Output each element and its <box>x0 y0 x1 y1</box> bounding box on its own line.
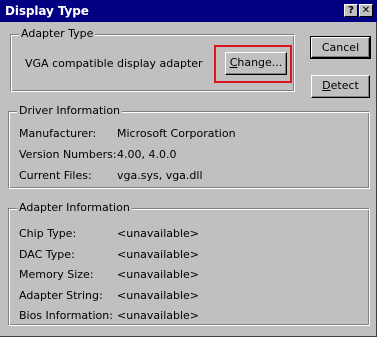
display-type-dialog: Display Type ? ✕ Adapter Type VGA compat… <box>0 0 377 337</box>
window-title: Display Type <box>5 4 89 18</box>
adapter-type-label: Adapter Type <box>19 27 96 41</box>
chip-type-value: <unavailable> <box>117 227 200 240</box>
close-icon[interactable]: ✕ <box>359 4 373 17</box>
bios-information-value: <unavailable> <box>117 309 200 322</box>
adapter-information-group: Adapter Information Chip Type: <unavaila… <box>8 201 370 326</box>
version-numbers-key: Version Numbers: <box>19 148 117 161</box>
help-icon[interactable]: ? <box>344 4 358 17</box>
detect-button-label: etect <box>330 79 359 92</box>
adapter-string-key: Adapter String: <box>19 289 103 302</box>
chip-type-key: Chip Type: <box>19 227 77 240</box>
driver-information-group: Driver Information Manufacturer: Microso… <box>8 104 370 189</box>
cancel-button[interactable]: Cancel <box>310 36 371 59</box>
manufacturer-key: Manufacturer: <box>19 127 97 140</box>
highlight-box <box>214 45 292 83</box>
adapter-type-value: VGA compatible display adapter <box>25 57 203 70</box>
bios-information-key: Bios Information: <box>19 309 113 322</box>
dac-type-value: <unavailable> <box>117 248 200 261</box>
memory-size-value: <unavailable> <box>117 268 200 281</box>
detect-button[interactable]: Detect <box>311 75 370 98</box>
version-numbers-value: 4.00, 4.0.0 <box>117 148 177 161</box>
driver-information-label: Driver Information <box>17 104 123 118</box>
memory-size-key: Memory Size: <box>19 268 94 281</box>
adapter-string-value: <unavailable> <box>117 289 200 302</box>
current-files-key: Current Files: <box>19 169 92 182</box>
dac-type-key: DAC Type: <box>19 248 75 261</box>
adapter-information-label: Adapter Information <box>17 201 132 215</box>
detect-button-mnemonic: D <box>322 79 331 92</box>
title-bar[interactable]: Display Type ? ✕ <box>0 0 377 22</box>
manufacturer-value: Microsoft Corporation <box>117 127 236 140</box>
current-files-value: vga.sys, vga.dll <box>117 169 203 182</box>
